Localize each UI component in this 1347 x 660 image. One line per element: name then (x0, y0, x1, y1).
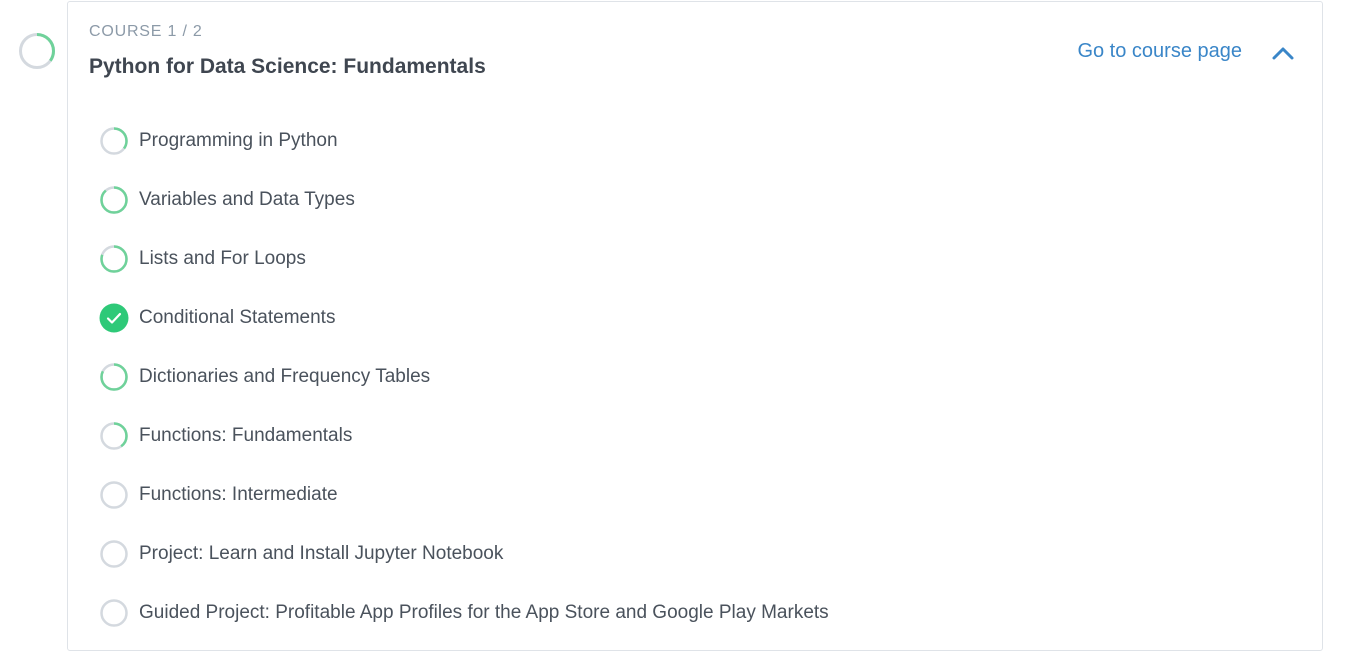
go-to-course-page-link[interactable]: Go to course page (1077, 40, 1242, 63)
lesson-label: Functions: Intermediate (139, 483, 338, 505)
lesson-item[interactable]: Guided Project: Profitable App Profiles … (99, 583, 829, 642)
lesson-item[interactable]: Programming in Python (99, 111, 829, 170)
lesson-label: Guided Project: Profitable App Profiles … (139, 601, 829, 623)
progress-ring-icon (100, 126, 128, 155)
lesson-item[interactable]: Lists and For Loops (99, 229, 829, 288)
course-card: COURSE 1 / 2 Python for Data Science: Fu… (67, 1, 1323, 651)
lesson-label: Variables and Data Types (139, 188, 355, 210)
progress-ring-icon (100, 244, 128, 273)
lesson-label: Project: Learn and Install Jupyter Noteb… (139, 542, 504, 564)
lesson-list: Programming in Python Variables and Data … (99, 111, 829, 642)
lesson-label: Dictionaries and Frequency Tables (139, 365, 431, 387)
lesson-item[interactable]: Functions: Intermediate (99, 465, 829, 524)
empty-progress-ring-icon (100, 598, 128, 627)
course-title: Python for Data Science: Fundamentals (89, 55, 486, 78)
lesson-label: Conditional Statements (139, 306, 336, 328)
lesson-item[interactable]: Conditional Statements (99, 288, 829, 347)
course-counter: COURSE 1 / 2 (89, 23, 203, 40)
checkmark-circle-icon (99, 303, 129, 332)
lesson-label: Functions: Fundamentals (139, 424, 353, 446)
progress-ring-icon (100, 421, 128, 450)
course-progress-ring-icon (19, 33, 55, 69)
lesson-item[interactable]: Dictionaries and Frequency Tables (99, 347, 829, 406)
progress-ring-icon (100, 362, 128, 391)
empty-progress-ring-icon (100, 539, 128, 568)
progress-ring-icon (100, 185, 128, 214)
chevron-up-icon[interactable] (1268, 38, 1298, 68)
lesson-item[interactable]: Functions: Fundamentals (99, 406, 829, 465)
lesson-item[interactable]: Variables and Data Types (99, 170, 829, 229)
lesson-label: Programming in Python (139, 129, 338, 151)
lesson-label: Lists and For Loops (139, 247, 306, 269)
lesson-item[interactable]: Project: Learn and Install Jupyter Noteb… (99, 524, 829, 583)
empty-progress-ring-icon (100, 480, 128, 509)
